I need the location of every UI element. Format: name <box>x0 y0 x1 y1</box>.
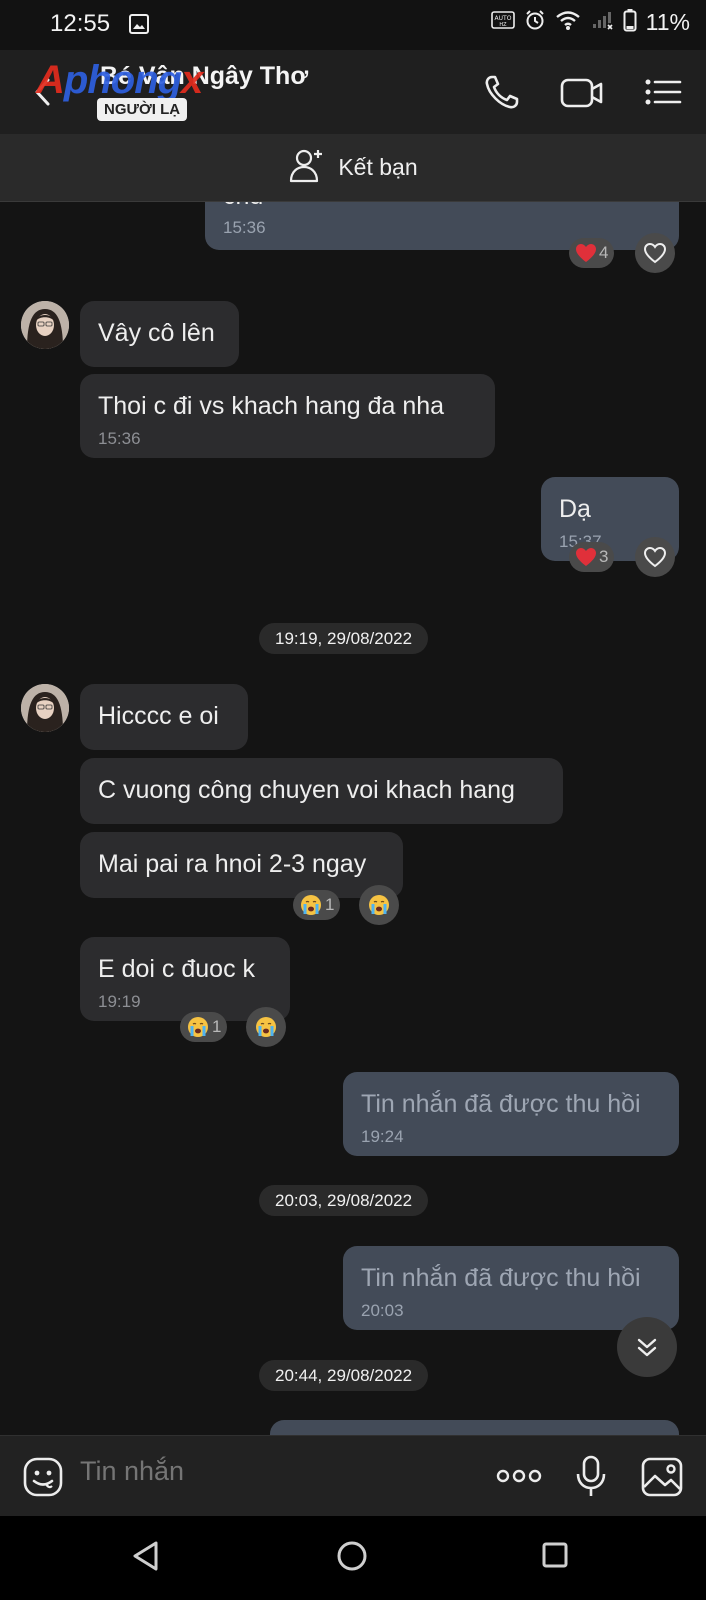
message-text: Mai pai ra hnoi 2-3 ngay <box>98 850 367 878</box>
auto-hd-icon: AUTO HZ <box>490 10 515 35</box>
crying-emoji-icon <box>301 895 321 915</box>
reaction-summary[interactable]: 3 <box>569 542 615 572</box>
crying-emoji-icon <box>369 895 389 915</box>
svg-text:HZ: HZ <box>499 22 507 28</box>
react-button[interactable] <box>635 233 675 273</box>
nav-recents-icon[interactable] <box>541 1541 569 1574</box>
message-recalled[interactable]: Tin nhắn đã được thu hồi 20:03 <box>343 1246 679 1330</box>
status-time: 12:55 <box>50 10 111 37</box>
date-separator: 20:03, 29/08/2022 <box>259 1185 429 1216</box>
reaction-count: 1 <box>212 1017 222 1036</box>
message-text: Thoi c đi vs khach hang đa nha <box>98 392 445 420</box>
reaction-count: 3 <box>599 547 609 566</box>
reaction-summary[interactable]: 4 <box>569 238 615 268</box>
message-text: Dạ <box>559 495 591 523</box>
heart-icon <box>576 548 596 566</box>
contact-avatar[interactable] <box>21 301 69 349</box>
nav-home-icon[interactable] <box>336 1540 368 1577</box>
microphone-icon[interactable] <box>575 1454 607 1503</box>
message-text: Vây cô lên <box>98 319 215 347</box>
message-text: Hicccc e oi <box>98 702 219 730</box>
crying-emoji-icon <box>256 1017 276 1037</box>
heart-outline-icon <box>643 546 667 568</box>
scroll-to-bottom-button[interactable] <box>617 1317 677 1377</box>
heart-outline-icon <box>643 242 667 264</box>
more-options-icon[interactable] <box>496 1466 542 1491</box>
battery-percent: 11% <box>645 9 690 35</box>
contact-avatar[interactable] <box>21 684 69 732</box>
double-chevron-down-icon <box>637 1338 657 1357</box>
date-separator: 20:44, 29/08/2022 <box>259 1360 429 1391</box>
alarm-icon <box>524 9 546 36</box>
android-nav-bar <box>0 1516 706 1600</box>
add-friend-icon <box>288 147 326 188</box>
chat-header: Bé Vân Ngây Thơ Aphongx NGƯỜI LẠ <box>0 50 706 134</box>
svg-text:AUTO: AUTO <box>494 15 511 22</box>
sticker-icon[interactable] <box>22 1456 64 1503</box>
add-friend-label: Kết bạn <box>338 154 418 180</box>
message-time: 15:36 <box>223 218 266 237</box>
react-button[interactable] <box>246 1007 286 1047</box>
signal-icon <box>590 9 614 36</box>
battery-icon <box>623 8 637 37</box>
message-recalled[interactable]: Tin nhắn đã được thu hồi 19:24 <box>343 1072 679 1156</box>
date-separator: 19:19, 29/08/2022 <box>259 623 429 654</box>
message-text: Tin nhắn đã được thu hồi <box>361 1090 641 1118</box>
message-time: 15:36 <box>98 429 141 448</box>
message-incoming[interactable]: C vuong công chuyen voi khach hang <box>80 758 563 824</box>
add-friend-bar[interactable]: Kết bạn <box>0 134 706 202</box>
nav-back-icon[interactable] <box>131 1540 161 1577</box>
message-incoming[interactable]: Mai pai ra hnoi 2-3 ngay <box>80 832 403 898</box>
message-incoming[interactable]: Thoi c đi vs khach hang đa nha 15:36 <box>80 374 495 458</box>
stranger-badge: NGƯỜI LẠ <box>97 98 188 121</box>
video-call-icon[interactable] <box>560 72 604 112</box>
message-time: 19:19 <box>98 992 141 1011</box>
message-text: chu <box>223 202 263 211</box>
phone-call-icon[interactable] <box>480 72 524 112</box>
reaction-count: 1 <box>325 895 335 914</box>
reaction-summary[interactable]: 1 <box>180 1012 228 1042</box>
menu-list-icon[interactable] <box>642 72 686 112</box>
wifi-icon <box>555 9 581 36</box>
react-button[interactable] <box>359 885 399 925</box>
status-bar: 12:55 AUTO HZ 11% <box>0 0 706 50</box>
chat-area[interactable]: chu 15:36 4 Vây cô lên Thoi c đi vs khac… <box>0 202 706 1435</box>
message-text: C vuong công chuyen voi khach hang <box>98 776 515 804</box>
message-composer <box>0 1435 706 1516</box>
watermark-logo: Aphongx <box>36 58 203 102</box>
message-time: 20:03 <box>361 1301 404 1320</box>
message-outgoing[interactable] <box>270 1420 679 1435</box>
message-text: E doi c đuoc k <box>98 955 256 983</box>
message-input[interactable] <box>80 1456 440 1487</box>
reaction-count: 4 <box>599 243 609 262</box>
gallery-icon <box>128 13 150 40</box>
reaction-summary[interactable]: 1 <box>293 890 341 920</box>
crying-emoji-icon <box>188 1017 208 1037</box>
react-button[interactable] <box>635 537 675 577</box>
message-text: Tin nhắn đã được thu hồi <box>361 1264 641 1292</box>
message-time: 19:24 <box>361 1127 404 1146</box>
message-incoming[interactable]: Hicccc e oi <box>80 684 248 750</box>
message-incoming[interactable]: Vây cô lên <box>80 301 239 367</box>
heart-icon <box>576 244 596 262</box>
image-gallery-icon[interactable] <box>640 1456 684 1503</box>
